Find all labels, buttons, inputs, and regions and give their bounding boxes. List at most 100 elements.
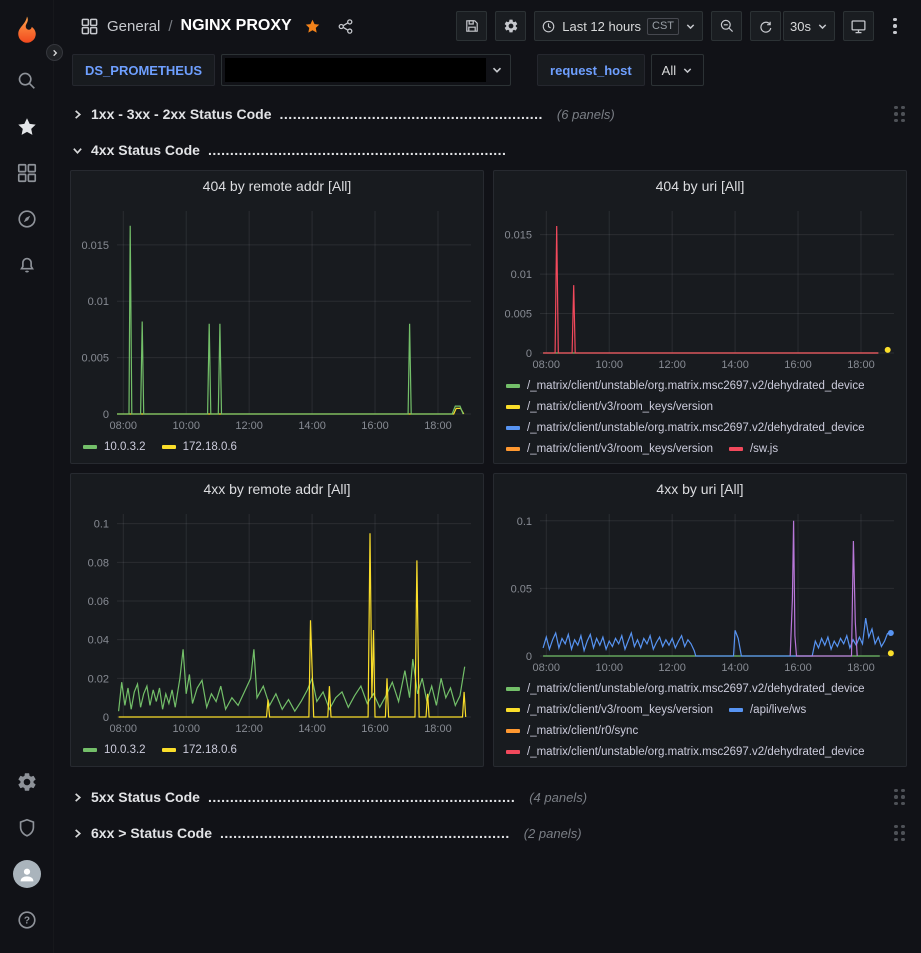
star-icon bbox=[16, 116, 38, 138]
breadcrumb-folder[interactable]: General bbox=[107, 18, 160, 35]
legend-label: /sw.js bbox=[750, 443, 778, 455]
chevron-right-icon bbox=[51, 49, 59, 57]
row-5xx[interactable]: 5xx Status Code ........................… bbox=[70, 779, 907, 815]
time-range-picker[interactable]: Last 12 hours CST bbox=[534, 11, 703, 41]
sidebar-expand-button[interactable] bbox=[46, 44, 63, 61]
zoom-out-button[interactable] bbox=[711, 11, 742, 41]
request-host-value: All bbox=[662, 63, 676, 78]
sidebar-item-server-admin[interactable] bbox=[0, 805, 54, 851]
svg-text:08:00: 08:00 bbox=[533, 662, 561, 674]
svg-text:0.1: 0.1 bbox=[517, 516, 532, 528]
refresh-button[interactable] bbox=[750, 11, 781, 41]
svg-text:14:00: 14:00 bbox=[298, 723, 326, 735]
svg-text:18:00: 18:00 bbox=[424, 420, 452, 432]
sidebar-item-configuration[interactable] bbox=[0, 759, 54, 805]
variable-value-request-host[interactable]: All bbox=[651, 54, 704, 86]
sidebar-item-starred[interactable] bbox=[0, 104, 54, 150]
legend-swatch bbox=[162, 445, 176, 449]
legend-item[interactable]: /sw.js bbox=[729, 438, 778, 459]
row-title-leader: ........................................… bbox=[280, 106, 543, 122]
legend-item[interactable]: /_matrix/client/v3/room_keys/version bbox=[506, 438, 713, 459]
row-drag-handle[interactable] bbox=[894, 789, 905, 806]
row-title-leader: ........................................… bbox=[208, 142, 507, 158]
variables-bar: DS_PROMETHEUS request_host All bbox=[54, 52, 921, 92]
panel-title[interactable]: 404 by remote addr [All] bbox=[71, 171, 483, 201]
svg-text:16:00: 16:00 bbox=[361, 420, 389, 432]
more-options-kebab[interactable] bbox=[882, 11, 908, 41]
legend-item[interactable]: /_matrix/client/unstable/org.matrix.msc2… bbox=[506, 417, 865, 438]
timeseries-plot[interactable]: 08:0010:0012:0014:0016:0018:0000.0050.01… bbox=[71, 201, 483, 434]
refresh-interval-dropdown[interactable]: 30s bbox=[783, 11, 835, 41]
legend-item[interactable]: 172.18.0.6 bbox=[162, 436, 237, 457]
row-6xx[interactable]: 6xx > Status Code ......................… bbox=[70, 815, 907, 851]
svg-text:14:00: 14:00 bbox=[721, 662, 749, 674]
row-title: 6xx > Status Code bbox=[91, 825, 212, 841]
row-drag-handle[interactable] bbox=[894, 825, 905, 842]
sidebar-item-profile[interactable] bbox=[0, 851, 54, 897]
legend-item[interactable]: /api/live/ws bbox=[729, 699, 806, 720]
gear-icon bbox=[503, 18, 519, 34]
variable-label-ds-prometheus[interactable]: DS_PROMETHEUS bbox=[72, 54, 215, 86]
share-icon[interactable] bbox=[337, 18, 354, 35]
svg-text:0.015: 0.015 bbox=[81, 240, 109, 252]
svg-text:0.01: 0.01 bbox=[88, 296, 109, 308]
variable-label-request-host[interactable]: request_host bbox=[537, 54, 645, 86]
svg-text:16:00: 16:00 bbox=[784, 662, 812, 674]
row-1xx-3xx-2xx[interactable]: 1xx - 3xx - 2xx Status Code ............… bbox=[70, 96, 907, 132]
legend-swatch bbox=[506, 426, 520, 430]
timeseries-plot[interactable]: 08:0010:0012:0014:0016:0018:0000.050.1 bbox=[494, 504, 906, 676]
svg-text:16:00: 16:00 bbox=[361, 723, 389, 735]
legend-item[interactable]: /_matrix/client/unstable/org.matrix.msc2… bbox=[506, 678, 865, 699]
legend-label: /_matrix/client/unstable/org.matrix.msc2… bbox=[527, 422, 865, 434]
sidebar-item-help[interactable]: ? bbox=[0, 897, 54, 943]
chevron-down-icon bbox=[682, 65, 693, 76]
legend-item[interactable]: 10.0.3.2 bbox=[83, 436, 146, 457]
panel-title[interactable]: 4xx by uri [All] bbox=[494, 474, 906, 504]
dashboard-settings-button[interactable] bbox=[495, 11, 526, 41]
legend-item[interactable]: /_matrix/client/v3/room_keys/version bbox=[506, 396, 713, 417]
sidebar-item-search[interactable] bbox=[0, 58, 54, 104]
dashboard-scroll-area[interactable]: 1xx - 3xx - 2xx Status Code ............… bbox=[54, 92, 921, 953]
legend-label: 172.18.0.6 bbox=[183, 441, 237, 453]
legend-swatch bbox=[506, 708, 520, 712]
legend-item[interactable]: /_matrix/client/unstable/org.matrix.msc2… bbox=[506, 375, 865, 396]
row-4xx[interactable]: 4xx Status Code ........................… bbox=[70, 132, 907, 168]
panel-4xx-by-uri: 4xx by uri [All] 08:0010:0012:0014:0016:… bbox=[493, 473, 907, 767]
sidebar-item-alerting[interactable] bbox=[0, 242, 54, 288]
panel-404-by-remote-addr: 404 by remote addr [All] 08:0010:0012:00… bbox=[70, 170, 484, 464]
svg-text:0.005: 0.005 bbox=[81, 353, 109, 365]
svg-text:?: ? bbox=[23, 916, 29, 927]
sidebar: ? bbox=[0, 0, 54, 953]
main-area: General / NGINX PROXY bbox=[54, 0, 921, 953]
svg-text:10:00: 10:00 bbox=[172, 420, 200, 432]
legend-item[interactable]: /_matrix/client/v3/room_keys/version bbox=[506, 699, 713, 720]
cycle-view-mode-button[interactable] bbox=[843, 11, 874, 41]
timeseries-plot[interactable]: 08:0010:0012:0014:0016:0018:0000.020.040… bbox=[71, 504, 483, 737]
legend-item[interactable]: 172.18.0.6 bbox=[162, 739, 237, 760]
legend-swatch bbox=[506, 687, 520, 691]
legend-label: /api/live/ws bbox=[750, 704, 806, 716]
avatar bbox=[13, 860, 41, 888]
row-drag-handle[interactable] bbox=[894, 106, 905, 123]
legend-item[interactable]: 10.0.3.2 bbox=[83, 739, 146, 760]
save-dashboard-button[interactable] bbox=[456, 11, 487, 41]
variable-value-ds-prometheus[interactable] bbox=[221, 54, 511, 86]
redacted-value bbox=[225, 58, 486, 82]
legend-item[interactable]: /_matrix/client/r0/sync bbox=[506, 720, 638, 741]
grafana-logo[interactable] bbox=[0, 6, 54, 52]
chevron-down-icon bbox=[491, 64, 503, 76]
legend-label: /_matrix/client/r0/sync bbox=[527, 725, 638, 737]
sidebar-item-dashboards[interactable] bbox=[0, 150, 54, 196]
panel-title[interactable]: 4xx by remote addr [All] bbox=[71, 474, 483, 504]
legend-label: 10.0.3.2 bbox=[104, 441, 146, 453]
user-icon bbox=[16, 863, 38, 885]
favorite-star-icon[interactable] bbox=[304, 18, 321, 35]
chevron-right-icon bbox=[72, 792, 83, 803]
sidebar-item-explore[interactable] bbox=[0, 196, 54, 242]
dashboard-header: General / NGINX PROXY bbox=[54, 0, 921, 52]
svg-text:0.04: 0.04 bbox=[88, 635, 109, 647]
panel-title[interactable]: 404 by uri [All] bbox=[494, 171, 906, 201]
timeseries-plot[interactable]: 08:0010:0012:0014:0016:0018:0000.0050.01… bbox=[494, 201, 906, 373]
legend-item[interactable]: /_matrix/client/unstable/org.matrix.msc2… bbox=[506, 741, 865, 762]
panel-legend: /_matrix/client/unstable/org.matrix.msc2… bbox=[494, 373, 906, 463]
